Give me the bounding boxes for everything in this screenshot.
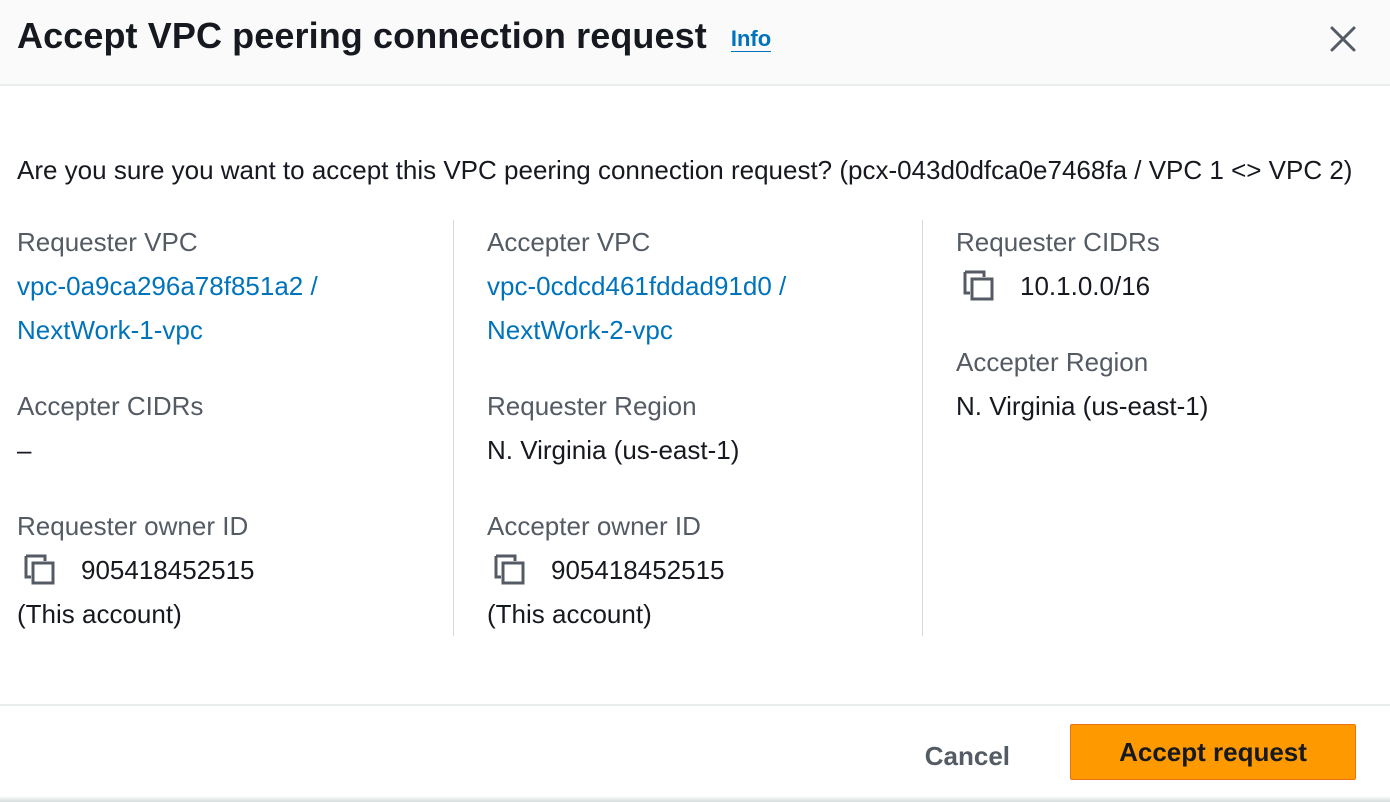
requester-cidrs-field: Requester CIDRs 10.1.0.0/16: [956, 220, 1362, 308]
requester-cidrs-label: Requester CIDRs: [956, 227, 1160, 257]
accepter-cidrs-field: Accepter CIDRs –: [17, 384, 453, 472]
accepter-region-value: N. Virginia (us-east-1): [956, 391, 1209, 421]
requester-region-label: Requester Region: [487, 391, 697, 421]
requester-owner-label: Requester owner ID: [17, 511, 249, 541]
accepter-owner-field: Accepter owner ID 905418452515 (This acc…: [487, 504, 922, 636]
copy-icon[interactable]: [23, 553, 57, 587]
details-columns: Requester VPC vpc-0a9ca296a78f851a2 / Ne…: [17, 220, 1373, 636]
requester-region-field: Requester Region N. Virginia (us-east-1): [487, 384, 922, 472]
accepter-cidrs-value: –: [17, 435, 32, 465]
accept-request-button[interactable]: Accept request: [1070, 724, 1356, 780]
accepter-region-field: Accepter Region N. Virginia (us-east-1): [956, 340, 1362, 428]
modal-footer: Cancel Accept request: [0, 704, 1390, 802]
accepter-vpc-name: NextWork-2-vpc: [487, 315, 673, 345]
confirmation-question: Are you sure you want to accept this VPC…: [17, 155, 1353, 185]
accepter-owner-note: (This account): [487, 599, 652, 629]
requester-vpc-link[interactable]: vpc-0a9ca296a78f851a2 / NextWork-1-vpc: [17, 264, 453, 352]
requester-vpc-field: Requester VPC vpc-0a9ca296a78f851a2 / Ne…: [17, 220, 453, 352]
accepter-vpc-id: vpc-0cdcd461fddad91d0 /: [487, 271, 787, 301]
accepter-vpc-link[interactable]: vpc-0cdcd461fddad91d0 / NextWork-2-vpc: [487, 264, 922, 352]
details-column-1: Requester VPC vpc-0a9ca296a78f851a2 / Ne…: [17, 220, 453, 636]
close-icon: [1330, 26, 1356, 52]
accepter-vpc-label: Accepter VPC: [487, 227, 651, 257]
info-link[interactable]: Info: [730, 26, 772, 52]
accepter-owner-id: 905418452515: [551, 555, 725, 585]
accepter-vpc-field: Accepter VPC vpc-0cdcd461fddad91d0 / Nex…: [487, 220, 922, 352]
requester-region-value: N. Virginia (us-east-1): [487, 435, 740, 465]
details-column-3: Requester CIDRs 10.1.0.0/16 Accepter Reg…: [922, 220, 1362, 636]
requester-cidrs-value: 10.1.0.0/16: [1020, 271, 1151, 301]
requester-owner-note: (This account): [17, 599, 182, 629]
requester-vpc-name: NextWork-1-vpc: [17, 315, 203, 345]
copy-icon[interactable]: [493, 553, 527, 587]
copy-icon[interactable]: [962, 269, 996, 303]
accepter-owner-row: 905418452515: [487, 548, 922, 592]
requester-owner-id: 905418452515: [81, 555, 255, 585]
modal-bottom-edge: [0, 796, 1390, 802]
requester-vpc-label: Requester VPC: [17, 227, 198, 257]
modal-header: Accept VPC peering connection request In…: [0, 0, 1390, 86]
requester-owner-field: Requester owner ID 905418452515 (This ac…: [17, 504, 453, 636]
accepter-owner-label: Accepter owner ID: [487, 511, 701, 541]
accepter-cidrs-label: Accepter CIDRs: [17, 391, 204, 421]
cancel-button[interactable]: Cancel: [921, 730, 1014, 782]
details-column-2: Accepter VPC vpc-0cdcd461fddad91d0 / Nex…: [453, 220, 922, 636]
requester-owner-row: 905418452515: [17, 548, 453, 592]
modal-title: Accept VPC peering connection request: [17, 15, 707, 56]
requester-vpc-id: vpc-0a9ca296a78f851a2 /: [17, 271, 318, 301]
accept-peering-modal: Accept VPC peering connection request In…: [0, 0, 1390, 802]
accepter-region-label: Accepter Region: [956, 347, 1149, 377]
modal-body: Are you sure you want to accept this VPC…: [0, 86, 1390, 636]
close-button[interactable]: [1326, 22, 1360, 56]
requester-cidrs-row: 10.1.0.0/16: [956, 264, 1362, 308]
